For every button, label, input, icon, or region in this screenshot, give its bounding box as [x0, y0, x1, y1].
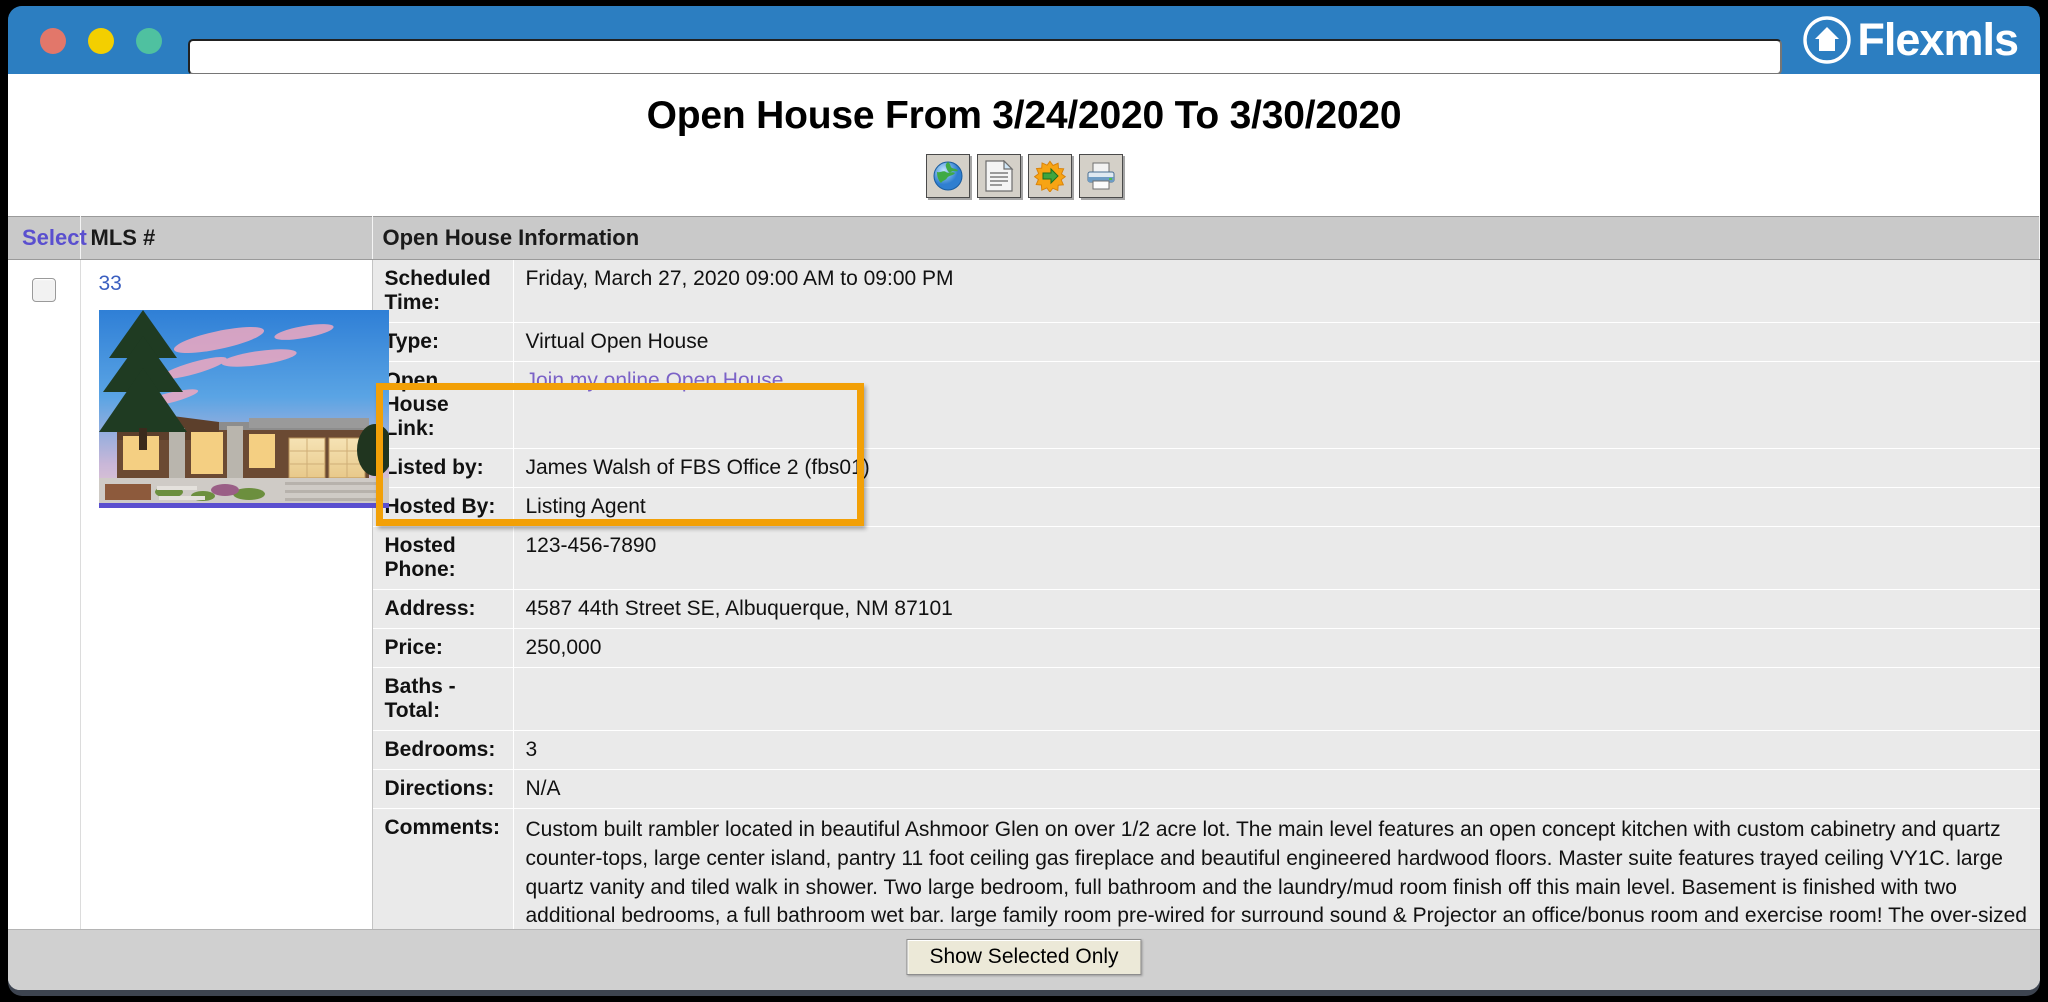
report-toolbar	[8, 154, 2040, 198]
row-checkbox[interactable]	[31, 278, 56, 302]
close-window-button[interactable]	[40, 28, 66, 54]
detail-value: 4587 44th Street SE, Albuquerque, NM 871…	[513, 589, 2040, 629]
detail-row: Scheduled Time: Friday, March 27, 2020 0…	[372, 260, 2040, 323]
detail-row: Hosted Phone: 123-456-7890	[372, 526, 2040, 590]
row-select-cell	[8, 259, 81, 967]
detail-label: Baths - Total:	[372, 667, 514, 731]
detail-value: Join my online Open House	[513, 361, 2040, 449]
star-arrow-icon[interactable]	[1027, 154, 1072, 198]
detail-label: Listed by:	[372, 448, 514, 488]
maximize-window-button[interactable]	[136, 28, 162, 54]
page-footer: Show Selected Only	[8, 929, 2040, 990]
detail-label: Scheduled Time:	[372, 260, 514, 323]
detail-label: Type:	[372, 322, 514, 362]
detail-row: Type: Virtual Open House	[372, 322, 2040, 362]
page-content: Open House From 3/24/2020 To 3/30/2020 S…	[8, 74, 2040, 990]
detail-row: Baths - Total:	[372, 667, 2040, 731]
open-house-information-header: Open House Information	[372, 216, 2040, 260]
flexmls-logo: Flexmls	[1801, 14, 2019, 66]
detail-label: Bedrooms:	[372, 730, 514, 770]
globe-icon[interactable]	[925, 154, 970, 198]
detail-row: Hosted By: Listing Agent	[372, 487, 2040, 527]
detail-row: Address: 4587 44th Street SE, Albuquerqu…	[372, 589, 2040, 629]
mls-header: MLS #	[80, 216, 373, 260]
flexmls-wordmark: Flexmls	[1857, 14, 2019, 65]
detail-value	[513, 667, 2040, 731]
minimize-window-button[interactable]	[88, 28, 114, 54]
browser-title-bar: Flexmls	[8, 6, 2040, 75]
detail-value: James Walsh of FBS Office 2 (fbs01)	[513, 448, 2040, 488]
window-controls	[40, 28, 162, 54]
detail-label: Directions:	[372, 769, 514, 809]
detail-value: 123-456-7890	[513, 526, 2040, 590]
detail-row: Open House Link: Join my online Open Hou…	[372, 361, 2040, 449]
detail-value: Listing Agent	[513, 487, 2040, 527]
detail-value: N/A	[513, 769, 2040, 809]
document-icon[interactable]	[976, 154, 1021, 198]
open-house-results-table: Select MLS # Open House Information 33 S…	[8, 216, 2040, 967]
browser-window: Flexmls Open House From 3/24/2020 To 3/3…	[8, 6, 2040, 996]
page-title: Open House From 3/24/2020 To 3/30/2020	[646, 94, 1402, 137]
printer-icon[interactable]	[1078, 154, 1123, 198]
detail-row: Listed by: James Walsh of FBS Office 2 (…	[372, 448, 2040, 488]
table-row: 33 Scheduled Time: Friday, March 27, 202…	[8, 259, 2040, 967]
detail-value: Virtual Open House	[513, 322, 2040, 362]
detail-value: 250,000	[513, 628, 2040, 668]
detail-label: Hosted By:	[372, 487, 514, 527]
address-bar[interactable]	[188, 39, 1782, 75]
detail-label: Open House Link:	[372, 361, 514, 449]
show-selected-only-button[interactable]: Show Selected Only	[906, 939, 1142, 975]
detail-row: Price: 250,000	[372, 628, 2040, 668]
select-all-header[interactable]: Select	[8, 216, 87, 260]
detail-label: Price:	[372, 628, 514, 668]
detail-value: Friday, March 27, 2020 09:00 AM to 09:00…	[513, 260, 2040, 323]
detail-value: 3	[513, 730, 2040, 770]
row-mls-cell: 33	[80, 259, 389, 967]
open-house-detail-table: Scheduled Time: Friday, March 27, 2020 0…	[372, 260, 2040, 967]
table-header-row: Select MLS # Open House Information	[8, 216, 2040, 260]
property-photo[interactable]	[98, 310, 389, 508]
house-circle-icon	[1803, 16, 1852, 64]
mls-number-link[interactable]: 33	[99, 272, 122, 295]
row-info-cell: Scheduled Time: Friday, March 27, 2020 0…	[372, 259, 2040, 967]
detail-label: Address:	[372, 589, 514, 629]
open-house-link[interactable]: Join my online Open House	[526, 369, 784, 392]
detail-label: Hosted Phone:	[372, 526, 514, 590]
select-header-label[interactable]: Select	[22, 225, 87, 250]
detail-row: Bedrooms: 3	[372, 730, 2040, 770]
detail-row: Directions: N/A	[372, 769, 2040, 809]
